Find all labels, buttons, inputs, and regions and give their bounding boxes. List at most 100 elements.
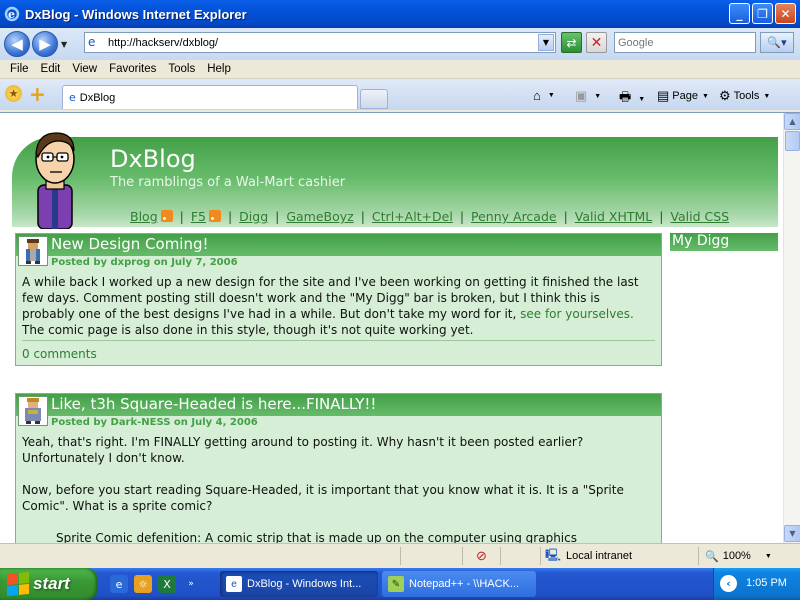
start-label: start: [33, 574, 70, 593]
history-dropdown-icon[interactable]: ▼: [61, 40, 67, 49]
blog-post: New Design Coming! Posted by dxprog on J…: [15, 233, 662, 366]
nav-link-valid-xhtml[interactable]: Valid XHTML: [575, 209, 652, 224]
comments-link[interactable]: 0 comments: [22, 347, 97, 361]
forward-button[interactable]: ▶: [32, 31, 58, 57]
rss-icon[interactable]: [160, 210, 173, 222]
taskbar-item-notepad[interactable]: ✎ Notepad++ - \\HACK...: [382, 571, 536, 597]
tools-menu-label: Tools: [733, 90, 760, 102]
refresh-button[interactable]: ⇄: [561, 32, 582, 53]
tab-label: DxBlog: [79, 91, 116, 104]
my-digg-sidebar: My Digg: [670, 233, 778, 251]
home-button[interactable]: ⌂ ▼: [533, 88, 555, 103]
refresh-icon: ⇄: [566, 35, 577, 50]
maximize-button[interactable]: ❐: [752, 3, 773, 24]
start-button[interactable]: start: [0, 568, 98, 600]
address-input[interactable]: [108, 36, 528, 49]
page-menu-label: Page: [672, 90, 698, 102]
nav-link-digg[interactable]: Digg: [239, 209, 268, 224]
post-title[interactable]: New Design Coming!: [51, 235, 209, 253]
navigation-toolbar: ◀ ▶ ▼ e ▼ ⇄ ✕ 🔍▾: [0, 28, 800, 60]
firefox-quicklaunch-icon[interactable]: ☼: [134, 575, 152, 593]
chevron-up-icon: ▲: [789, 117, 796, 126]
back-button[interactable]: ◀: [4, 31, 30, 57]
search-input[interactable]: [615, 33, 753, 52]
minimize-button[interactable]: _: [729, 3, 750, 24]
zoom-control[interactable]: 🔍 100% ▼: [698, 547, 800, 565]
tab-page-icon: e: [69, 91, 76, 104]
feed-icon: ▣: [575, 88, 588, 103]
blocked-popup-icon[interactable]: ⊘: [476, 548, 487, 564]
chevron-right-icon[interactable]: »: [182, 575, 200, 593]
printer-icon: 🖶: [619, 89, 632, 104]
menu-favorites[interactable]: Favorites: [103, 63, 162, 75]
excel-quicklaunch-icon[interactable]: X: [158, 575, 176, 593]
home-dropdown-icon: ▼: [547, 92, 555, 99]
quick-launch: e ☼ X »: [110, 575, 200, 593]
search-box[interactable]: [614, 32, 756, 53]
address-dropdown-icon[interactable]: ▼: [538, 34, 554, 51]
system-tray: ‹ 1:05 PM: [713, 568, 800, 600]
vertical-scrollbar[interactable]: ▲ ▼: [783, 113, 800, 543]
stop-icon: ✕: [590, 34, 603, 51]
post-body: Yeah, that's right. I'm FINALLY getting …: [16, 430, 661, 543]
new-tab-button[interactable]: [360, 89, 388, 109]
ie-quicklaunch-icon[interactable]: e: [110, 575, 128, 593]
post-paragraph: Now, before you start reading Square-Hea…: [22, 483, 624, 513]
address-bar[interactable]: e ▼: [84, 32, 556, 53]
site-nav: Blog | F5 | Digg | GameBoyz | Ctrl+Alt+D…: [130, 209, 730, 224]
home-icon: ⌂: [533, 88, 541, 103]
chevron-left-icon[interactable]: ‹: [720, 575, 737, 592]
nav-link-penny-arcade[interactable]: Penny Arcade: [471, 209, 557, 224]
feeds-button[interactable]: ▣ ▼: [575, 88, 601, 104]
ie-icon: e: [226, 576, 242, 592]
tab-dxblog[interactable]: e DxBlog: [62, 85, 358, 109]
close-button[interactable]: ✕: [775, 3, 796, 24]
post-title[interactable]: Like, t3h Square-Headed is here...FINALL…: [51, 395, 376, 413]
nav-link-f5[interactable]: F5: [191, 209, 206, 224]
page-menu-icon: ▤: [657, 88, 670, 103]
page-menu-button[interactable]: ▤ Page ▼: [657, 88, 709, 104]
taskbar-item-label: Notepad++ - \\HACK...: [409, 578, 520, 590]
scroll-up-button[interactable]: ▲: [784, 113, 800, 130]
window-titlebar[interactable]: e DxBlog - Windows Internet Explorer _ ❐…: [0, 0, 800, 28]
search-icon: 🔍▾: [767, 36, 787, 49]
page-icon: e: [88, 34, 96, 49]
nav-link-gameboyz[interactable]: GameBoyz: [286, 209, 353, 224]
nav-link-valid-css[interactable]: Valid CSS: [670, 209, 729, 224]
menu-help[interactable]: Help: [201, 63, 237, 75]
post-header: Like, t3h Square-Headed is here...FINALL…: [16, 394, 661, 426]
print-button[interactable]: 🖶 ▼: [619, 88, 645, 110]
stop-button[interactable]: ✕: [586, 32, 607, 53]
menu-edit[interactable]: Edit: [35, 63, 67, 75]
ie-icon: e: [4, 6, 20, 22]
nav-link-blog[interactable]: Blog: [130, 209, 158, 224]
menu-tools[interactable]: Tools: [162, 63, 201, 75]
windows-logo-icon: [7, 571, 29, 597]
window-title: DxBlog - Windows Internet Explorer: [25, 6, 247, 22]
svg-text:e: e: [8, 8, 15, 21]
page-viewport[interactable]: DxBlog The ramblings of a Wal-Mart cashi…: [0, 112, 800, 543]
post-link[interactable]: see for yourselves.: [520, 307, 634, 321]
favorites-center-icon[interactable]: ★: [5, 85, 22, 102]
scroll-thumb[interactable]: [785, 131, 800, 151]
add-favorites-icon[interactable]: +: [29, 82, 46, 106]
status-bar: ⊘ 🖳 Local intranet 🔍 100% ▼: [0, 543, 800, 567]
clock: 1:05 PM: [746, 577, 787, 589]
feeds-dropdown-icon: ▼: [594, 92, 602, 100]
menu-view[interactable]: View: [66, 63, 103, 75]
zoom-level: 100%: [722, 550, 751, 562]
blog-post: Like, t3h Square-Headed is here...FINALL…: [15, 393, 662, 543]
arrow-left-icon: ◀: [11, 35, 23, 53]
search-button[interactable]: 🔍▾: [760, 32, 794, 53]
author-avatar: [18, 236, 48, 266]
arrow-right-icon: ▶: [39, 35, 51, 53]
post-meta: Posted by dxprog on July 7, 2006: [51, 257, 238, 268]
nav-link-ctrl-alt-del[interactable]: Ctrl+Alt+Del: [372, 209, 453, 224]
menu-bar: File Edit View Favorites Tools Help: [0, 60, 800, 79]
tools-menu-button[interactable]: ⚙ Tools ▼: [719, 88, 770, 104]
scroll-down-button[interactable]: ▼: [784, 525, 800, 542]
site-tagline: The ramblings of a Wal-Mart cashier: [110, 175, 346, 190]
menu-file[interactable]: File: [4, 63, 35, 75]
rss-icon[interactable]: [208, 210, 221, 222]
taskbar-item-ie[interactable]: e DxBlog - Windows Int...: [220, 571, 378, 597]
